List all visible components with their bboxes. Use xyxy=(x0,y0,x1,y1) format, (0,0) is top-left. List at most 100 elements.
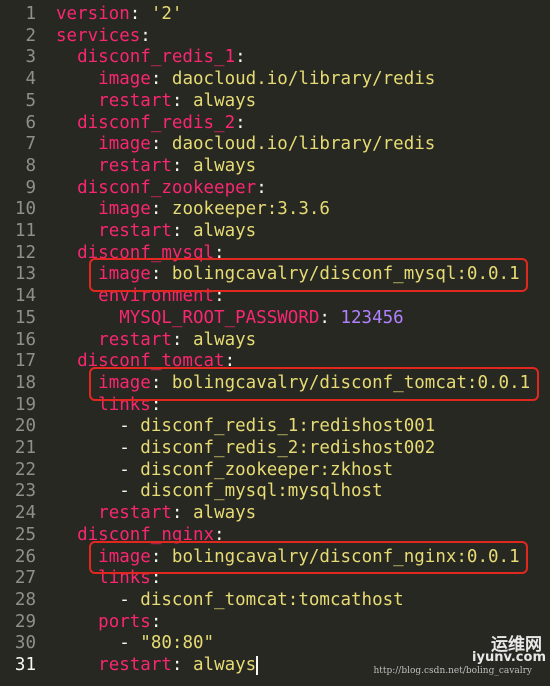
line-code: image: zookeeper:3.3.6 xyxy=(56,199,330,221)
code-token: restart xyxy=(98,329,172,350)
line-number: 9 xyxy=(25,177,36,198)
line-number: 13 xyxy=(14,264,36,285)
code-line[interactable]: 9 disconf_zookeeper: xyxy=(0,178,550,200)
line-code: - "80:80" xyxy=(56,633,214,655)
code-token: : xyxy=(150,611,162,632)
line-number: 16 xyxy=(14,329,36,350)
code-token: disconf_zookeeper xyxy=(77,177,257,198)
watermark-url-text: http://blog.csdn.net/boling_cavalry xyxy=(373,666,532,676)
site-watermark: 运维网 iyunv.com http://blog.csdn.net/bolin… xyxy=(346,630,546,680)
line-number: 31 xyxy=(14,655,36,675)
code-token: : xyxy=(319,307,341,328)
line-code: - disconf_mysql:mysqlhost xyxy=(56,481,383,503)
code-line[interactable]: 22 - disconf_zookeeper:zkhost xyxy=(0,460,550,482)
code-line[interactable]: 6 disconf_redis_2: xyxy=(0,113,550,135)
code-editor[interactable]: 1 version: '2' 2 services: 3 disconf_redis_1… xyxy=(0,0,550,686)
code-token: : xyxy=(150,69,172,90)
code-line[interactable]: 3 disconf_redis_1: xyxy=(0,47,550,69)
code-token: disconf_redis_1:redishost001 xyxy=(140,416,436,437)
code-line[interactable]: 2 services: xyxy=(0,26,550,48)
line-number: 26 xyxy=(14,546,36,567)
code-token: : xyxy=(235,112,246,133)
code-token: : xyxy=(140,25,151,46)
code-token: "80:80" xyxy=(140,633,215,654)
line-number: 17 xyxy=(14,351,36,372)
code-token: disconf_redis_2:redishost002 xyxy=(140,438,436,458)
code-token: version xyxy=(56,4,130,24)
code-line[interactable]: 8 restart: always xyxy=(0,156,550,178)
code-token: : xyxy=(171,90,193,111)
line-code: image: daocloud.io/library/redis xyxy=(56,69,435,91)
code-line[interactable]: 11 restart: always xyxy=(0,221,550,243)
line-code: - disconf_zookeeper:zkhost xyxy=(56,460,393,482)
code-token: restart xyxy=(98,155,172,176)
line-number: 12 xyxy=(14,242,36,263)
line-number: 25 xyxy=(14,524,36,545)
line-code: disconf_redis_1: xyxy=(56,47,246,69)
code-line[interactable]: 5 restart: always xyxy=(0,91,550,113)
line-code: - disconf_redis_1:redishost001 xyxy=(56,416,435,438)
line-code: image: daocloud.io/library/redis xyxy=(56,134,435,156)
code-line[interactable]: 20 - disconf_redis_1:redishost001 xyxy=(0,416,550,438)
code-token: disconf_redis_1 xyxy=(77,47,236,68)
code-token: : xyxy=(235,47,246,68)
code-token: always xyxy=(193,329,257,350)
highlight-box xyxy=(89,258,529,293)
code-line[interactable]: 23 - disconf_mysql:mysqlhost xyxy=(0,481,550,503)
line-number: 5 xyxy=(25,90,36,111)
code-line[interactable]: 10 image: zookeeper:3.3.6 xyxy=(0,199,550,221)
code-token: - xyxy=(56,589,141,610)
line-code: services: xyxy=(56,26,151,48)
line-number: 20 xyxy=(14,416,36,437)
code-token: image xyxy=(98,69,151,90)
line-number: 15 xyxy=(14,307,36,328)
code-line[interactable]: 21 - disconf_redis_2:redishost002 xyxy=(0,438,550,460)
code-line[interactable]: 24 restart: always xyxy=(0,503,550,525)
code-token: daocloud.io/library/redis xyxy=(171,134,436,155)
line-code: restart: always xyxy=(56,91,256,113)
code-token: : xyxy=(171,655,193,675)
code-token: : xyxy=(171,503,193,524)
code-line[interactable]: 16 restart: always xyxy=(0,330,550,352)
line-number: 2 xyxy=(25,25,36,46)
code-line[interactable]: 7 image: daocloud.io/library/redis xyxy=(0,134,550,156)
line-number: 27 xyxy=(14,568,36,589)
code-token: : xyxy=(150,134,172,155)
line-code: MYSQL_ROOT_PASSWORD: 123456 xyxy=(56,307,404,330)
line-number: 18 xyxy=(14,372,36,393)
code-token: restart xyxy=(98,90,172,111)
line-code: version: '2' xyxy=(56,4,182,26)
line-number: 10 xyxy=(14,199,36,220)
line-number: 23 xyxy=(14,481,36,502)
code-line[interactable]: 1 version: '2' xyxy=(0,4,550,26)
line-number: 6 xyxy=(25,112,36,133)
code-token: '2' xyxy=(150,4,183,24)
code-token: disconf_redis_2 xyxy=(77,112,236,133)
code-token: restart xyxy=(98,221,172,241)
text-cursor xyxy=(256,655,259,675)
line-code: restart: always xyxy=(56,221,256,243)
code-token: always xyxy=(193,655,257,675)
highlight-box xyxy=(89,540,529,575)
code-line[interactable]: 15 MYSQL_ROOT_PASSWORD: 123456 xyxy=(0,308,550,330)
code-line[interactable]: 4 image: daocloud.io/library/redis xyxy=(0,69,550,91)
line-number: 28 xyxy=(14,589,36,610)
code-token: - xyxy=(56,633,141,654)
watermark-site-text: iyunv.com xyxy=(472,650,546,665)
code-token: disconf_mysql:mysqlhost xyxy=(140,481,383,502)
code-line[interactable]: 28 - disconf_tomcat:tomcathost xyxy=(0,590,550,612)
code-token: 123456 xyxy=(340,307,404,328)
line-number: 1 xyxy=(25,4,36,24)
